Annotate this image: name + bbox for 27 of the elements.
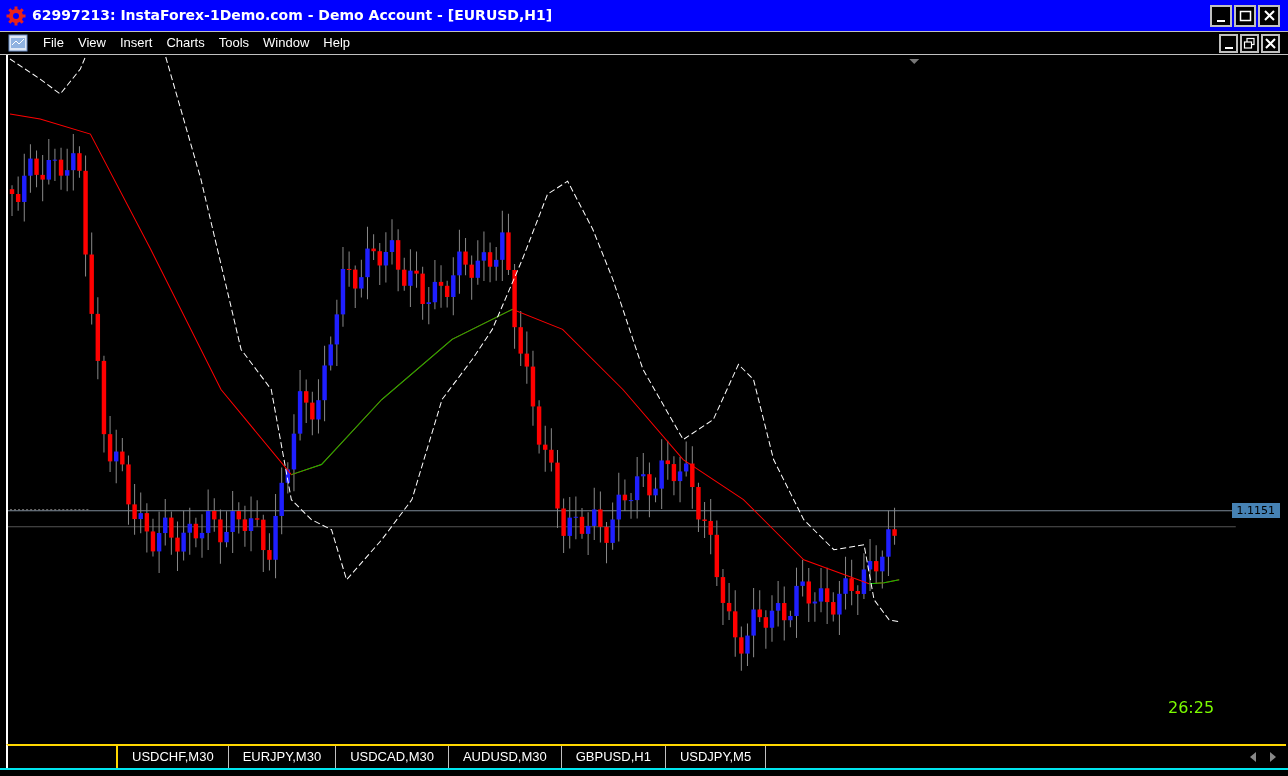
close-button[interactable]	[1261, 33, 1280, 53]
chart-window-icon	[8, 34, 28, 52]
minimize-icon	[1224, 47, 1233, 49]
maximize-icon	[1238, 9, 1252, 22]
close-icon	[1264, 36, 1277, 50]
maximize-button[interactable]	[1234, 4, 1256, 27]
close-icon	[1262, 9, 1276, 22]
close-button[interactable]	[1258, 4, 1280, 27]
gear-logo-icon	[6, 5, 26, 26]
minimize-button[interactable]	[1219, 33, 1238, 53]
countdown-timer: 26:25	[1168, 697, 1215, 719]
menu-item[interactable]: Help	[316, 33, 358, 53]
price-label: 1.1151	[1231, 503, 1280, 518]
minimize-button[interactable]	[1210, 4, 1232, 27]
menu-item[interactable]: Insert	[112, 33, 160, 53]
menu-item[interactable]: File	[36, 33, 71, 53]
scroll-right-icon[interactable]	[1270, 752, 1276, 762]
menu-item[interactable]: Charts	[159, 33, 212, 53]
menu-item[interactable]: View	[70, 33, 113, 53]
menu-item[interactable]: Tools	[211, 33, 257, 53]
window-title: 62997213: InstaForex-1Demo.com - Demo Account - [EURUSD,H1]	[32, 6, 553, 25]
scroll-left-icon[interactable]	[1250, 752, 1256, 762]
menu-item[interactable]: Window	[256, 33, 317, 53]
restore-icon	[1243, 36, 1256, 50]
minimize-icon	[1217, 19, 1225, 22]
triangle-marker-icon	[909, 59, 920, 64]
restore-button[interactable]	[1240, 33, 1259, 53]
